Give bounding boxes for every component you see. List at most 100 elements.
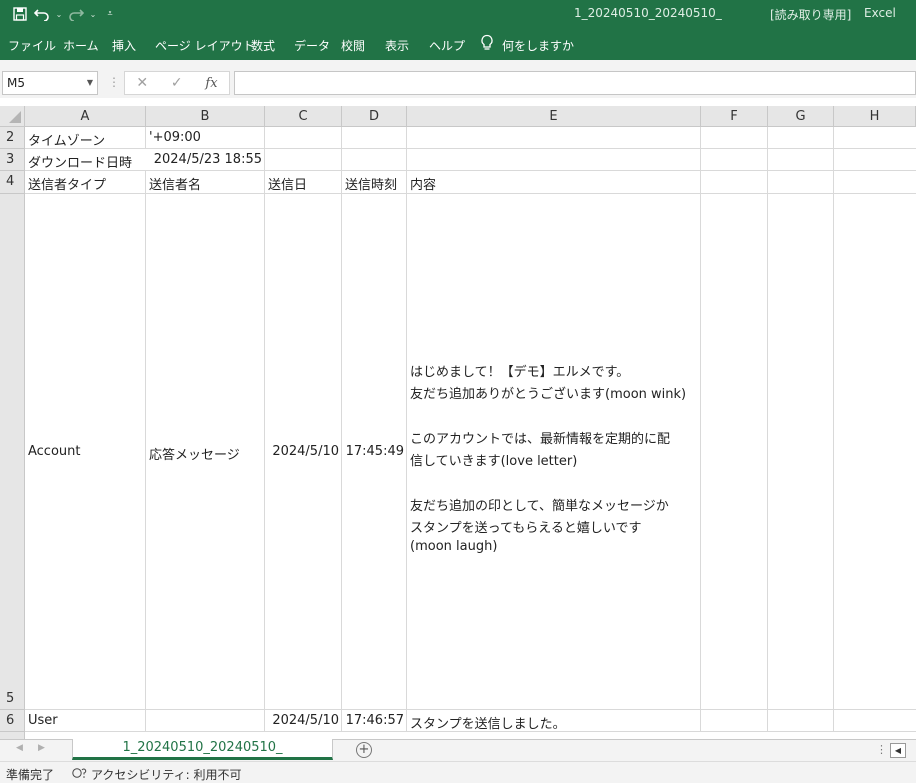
undo-icon[interactable] xyxy=(32,4,52,24)
cell-g3[interactable] xyxy=(768,149,834,171)
cell-c3[interactable] xyxy=(265,149,342,171)
cell-text: 2024/5/10 xyxy=(272,444,339,459)
lightbulb-icon xyxy=(480,34,494,56)
app-name: Excel xyxy=(864,6,896,20)
cell-b4[interactable]: 送信者名 xyxy=(146,171,265,194)
cell-g6[interactable] xyxy=(768,710,834,732)
undo-dropdown-icon[interactable]: ⌄ xyxy=(54,10,64,19)
row-header-7[interactable] xyxy=(0,732,25,739)
cell-f2[interactable] xyxy=(701,127,768,149)
cell-e2[interactable] xyxy=(407,127,701,149)
scroll-tabs-left-icon[interactable]: ◀ xyxy=(16,743,23,753)
customize-qat-icon[interactable]: ⩡ xyxy=(100,4,120,24)
tab-review[interactable]: 校閲 xyxy=(341,37,365,54)
cell-b3[interactable]: 2024/5/23 18:55 xyxy=(146,149,265,171)
row-header-6[interactable]: 6 xyxy=(0,710,25,732)
redo-icon[interactable] xyxy=(66,4,86,24)
formula-bar-grip-icon[interactable]: ⋮ xyxy=(108,75,120,89)
row-header-5[interactable]: 5 xyxy=(0,194,25,710)
column-header-b[interactable]: B xyxy=(146,106,265,127)
formula-input[interactable] xyxy=(234,71,916,95)
cell-h4[interactable] xyxy=(834,171,916,194)
tab-data[interactable]: データ xyxy=(294,37,330,54)
cell-e3[interactable] xyxy=(407,149,701,171)
cell-c4[interactable]: 送信日 xyxy=(265,171,342,194)
tab-home[interactable]: ホーム xyxy=(63,37,99,54)
redo-dropdown-icon[interactable]: ⌄ xyxy=(88,10,98,19)
cell-a2[interactable]: タイムゾーン xyxy=(25,127,146,149)
cell-a3[interactable]: ダウンロード日時 xyxy=(25,149,146,171)
cell-d6[interactable]: 17:46:57 xyxy=(342,710,407,732)
cell-g2[interactable] xyxy=(768,127,834,149)
column-header-a[interactable]: A xyxy=(25,106,146,127)
cell-f3[interactable] xyxy=(701,149,768,171)
cell-text: スタンプを送信しました。 xyxy=(410,717,566,732)
tab-page-layout[interactable]: ページ レイアウト xyxy=(155,37,255,54)
name-box-value: M5 xyxy=(7,76,25,90)
cell-h5[interactable] xyxy=(834,194,916,710)
sheet-tab-active[interactable]: 1_20240510_20240510_ xyxy=(72,739,333,760)
accessibility-label: アクセシビリティ: 利用不可 xyxy=(91,768,242,782)
column-header-f[interactable]: F xyxy=(701,106,768,127)
row-header-4[interactable]: 4 xyxy=(0,171,25,194)
cell-b5[interactable]: 応答メッセージ xyxy=(146,194,265,710)
cell-c2[interactable] xyxy=(265,127,342,149)
name-box[interactable]: M5 ▼ xyxy=(2,71,98,95)
accessibility-status[interactable]: アクセシビリティ: 利用不可 xyxy=(72,766,242,783)
formula-bar: M5 ▼ ⋮ ✕ ✓ fx xyxy=(0,68,916,98)
insert-function-icon[interactable]: fx xyxy=(205,76,217,91)
cell-b2[interactable]: '+09:00 xyxy=(146,127,265,149)
row-header-2[interactable]: 2 xyxy=(0,127,25,149)
select-all-button[interactable] xyxy=(0,106,25,127)
cell-h3[interactable] xyxy=(834,149,916,171)
cell-g5[interactable] xyxy=(768,194,834,710)
tab-insert[interactable]: 挿入 xyxy=(112,37,136,54)
cell-c6[interactable]: 2024/5/10 xyxy=(265,710,342,732)
column-header-h[interactable]: H xyxy=(834,106,916,127)
column-header-e[interactable]: E xyxy=(407,106,701,127)
sheet-tab-bar: ◀ ▶ 1_20240510_20240510_ + ⋮ ◀ xyxy=(0,739,916,761)
cell-a4[interactable]: 送信者タイプ xyxy=(25,171,146,194)
horizontal-scroll-left-icon[interactable]: ◀ xyxy=(890,743,906,758)
message-line: 友だち追加ありがとうございます(moon wink) xyxy=(410,387,687,403)
cancel-icon[interactable]: ✕ xyxy=(136,75,148,91)
cell-e6[interactable]: スタンプを送信しました。 xyxy=(407,710,701,732)
cell-d2[interactable] xyxy=(342,127,407,149)
read-only-indicator: [読み取り専用] xyxy=(770,8,852,22)
tab-help[interactable]: ヘルプ xyxy=(429,37,465,54)
cell-text: 内容 xyxy=(410,178,437,193)
cell-b6[interactable] xyxy=(146,710,265,732)
cell-g4[interactable] xyxy=(768,171,834,194)
tell-me-search[interactable]: 何をしますか xyxy=(480,34,574,56)
cell-h2[interactable] xyxy=(834,127,916,149)
column-header-g[interactable]: G xyxy=(768,106,834,127)
scroll-tabs-right-icon[interactable]: ▶ xyxy=(38,743,45,753)
add-sheet-icon[interactable]: + xyxy=(356,742,372,758)
cell-d4[interactable]: 送信時刻 xyxy=(342,171,407,194)
message-line xyxy=(410,406,686,428)
worksheet-grid[interactable]: A B C D E F G H 2 タイムゾーン '+09:00 3 ダウンロー… xyxy=(0,106,916,739)
cell-e5[interactable]: はじめまして！【デモ】エルメです。 友だち追加ありがとうございます(moon w… xyxy=(407,194,701,710)
cell-c5[interactable]: 2024/5/10 xyxy=(265,194,342,710)
enter-icon[interactable]: ✓ xyxy=(171,75,183,91)
cell-d3[interactable] xyxy=(342,149,407,171)
tab-view[interactable]: 表示 xyxy=(385,37,409,54)
row-header-3[interactable]: 3 xyxy=(0,149,25,171)
column-header-d[interactable]: D xyxy=(342,106,407,127)
cell-text: 17:45:49 xyxy=(345,444,404,459)
cell-f5[interactable] xyxy=(701,194,768,710)
tab-formulas[interactable]: 数式 xyxy=(251,37,275,54)
cell-text: Account xyxy=(28,444,81,459)
save-icon[interactable] xyxy=(10,4,30,24)
tab-splitter-grip-icon[interactable]: ⋮ xyxy=(876,743,887,756)
cell-e4[interactable]: 内容 xyxy=(407,171,701,194)
cell-h6[interactable] xyxy=(834,710,916,732)
tab-file[interactable]: ファイル xyxy=(8,37,56,54)
name-box-dropdown-icon[interactable]: ▼ xyxy=(87,78,93,87)
cell-f6[interactable] xyxy=(701,710,768,732)
cell-f4[interactable] xyxy=(701,171,768,194)
cell-a5[interactable]: Account xyxy=(25,194,146,710)
column-header-c[interactable]: C xyxy=(265,106,342,127)
cell-d5[interactable]: 17:45:49 xyxy=(342,194,407,710)
cell-a6[interactable]: User xyxy=(25,710,146,732)
